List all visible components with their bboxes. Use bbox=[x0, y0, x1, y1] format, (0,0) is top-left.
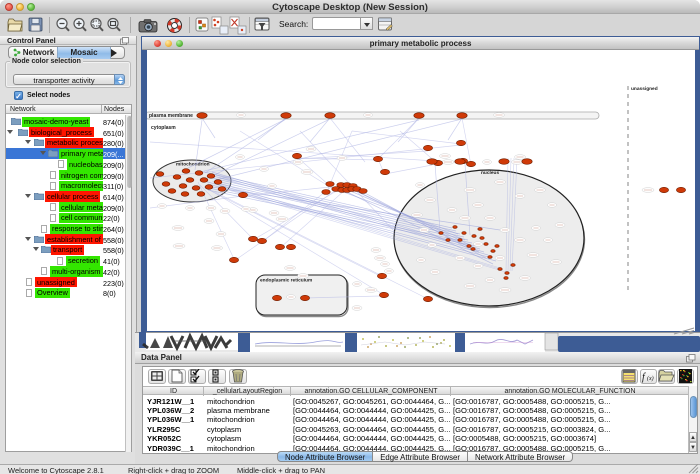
svg-text:(x): (x) bbox=[647, 375, 654, 382]
svg-text:cytoplasm: cytoplasm bbox=[151, 125, 176, 131]
svg-text:unassigned: unassigned bbox=[631, 86, 658, 92]
svg-text:plasma membrane: plasma membrane bbox=[149, 113, 193, 119]
svg-text:nucleus: nucleus bbox=[481, 170, 499, 176]
svg-text:mitochondrion: mitochondrion bbox=[176, 162, 210, 168]
svg-text:f: f bbox=[642, 372, 646, 383]
